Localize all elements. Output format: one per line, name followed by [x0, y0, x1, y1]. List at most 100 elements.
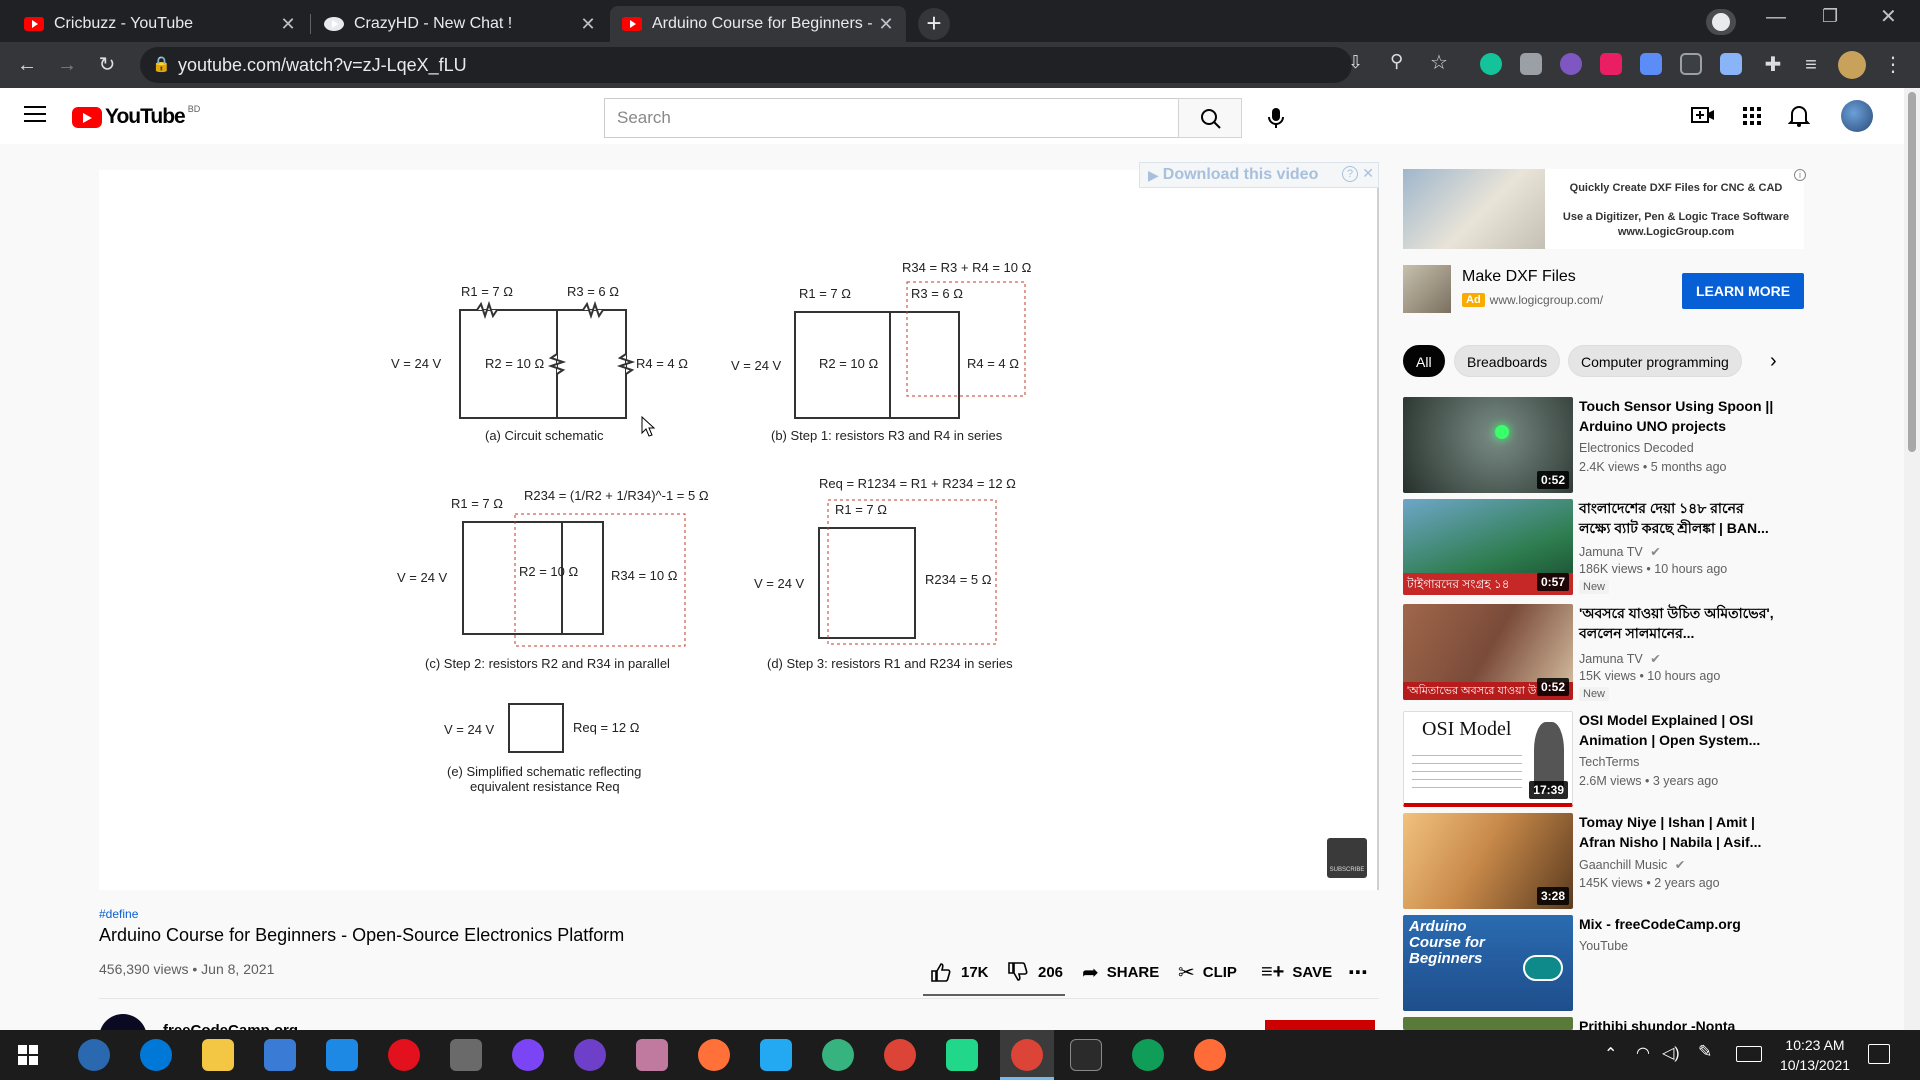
recommendation-channel[interactable]: Gaanchill Music ✔ [1579, 857, 1685, 872]
recommendation-thumbnail[interactable]: 3:28 [1403, 813, 1573, 909]
chip-computer-programming[interactable]: Computer programming [1568, 345, 1742, 377]
recommendation-thumbnail[interactable]: 0:52 [1403, 397, 1573, 493]
ad-thumbnail[interactable] [1403, 265, 1451, 313]
dislike-button[interactable]: 206 [1006, 960, 1063, 984]
close-tab-icon[interactable]: ✕ [276, 14, 300, 35]
more-menu-icon[interactable]: ⋮ [1880, 52, 1906, 78]
recommendation-thumbnail[interactable]: টাইগারদের সংগ্রহ ১৪ 0:57 [1403, 499, 1573, 595]
recommendation-channel[interactable]: Jamuna TV ✔ [1579, 651, 1661, 666]
reading-list-icon[interactable]: ≡ [1798, 52, 1824, 78]
edge-legacy-icon[interactable] [140, 1039, 172, 1071]
camera-extension-icon[interactable] [1520, 53, 1542, 75]
wifi-icon[interactable]: ◠ [1636, 1043, 1650, 1063]
recommendation-channel[interactable]: Electronics Decoded [1579, 441, 1694, 455]
terminal-icon[interactable] [1070, 1039, 1102, 1071]
notifications-bell-icon[interactable] [1788, 104, 1810, 128]
vscode-icon[interactable] [760, 1039, 792, 1071]
recommendation-thumbnail[interactable]: OSI Model 17:39 [1403, 711, 1573, 807]
volume-icon[interactable]: ◁) [1662, 1043, 1680, 1063]
active-chrome-taskbar-button[interactable] [1000, 1030, 1054, 1080]
back-icon[interactable]: ← [14, 52, 40, 78]
recommendation-channel[interactable]: TechTerms [1579, 755, 1639, 769]
recommendation-thumbnail[interactable] [1403, 1017, 1573, 1030]
apps-grid-icon[interactable] [1742, 106, 1762, 126]
chip-breadboards[interactable]: Breadboards [1454, 345, 1561, 377]
ad-info-icon[interactable]: i [1794, 169, 1806, 181]
keyboard-icon[interactable] [1736, 1046, 1762, 1062]
system-clock[interactable]: 10:23 AM 10/13/2021 [1770, 1035, 1860, 1075]
address-bar[interactable]: 🔒 youtube.com/watch?v=zJ-LqeX_fLU ⇩ ⚲ ☆ [140, 47, 1448, 83]
app-icon[interactable] [636, 1039, 668, 1071]
close-window-button[interactable]: ✕ [1880, 4, 1897, 29]
pen-extension-icon[interactable] [1720, 53, 1742, 75]
voice-search-button[interactable] [1258, 100, 1294, 136]
video-player[interactable]: ▶ Download this video ? ✕ R1 = 7 Ω R3 = … [99, 162, 1379, 890]
recommendation-title[interactable]: OSI Model Explained | OSI Animation | Op… [1579, 710, 1779, 750]
firefox-icon[interactable] [698, 1039, 730, 1071]
ad-title[interactable]: Make DXF Files [1462, 268, 1576, 286]
more-actions-icon[interactable]: ⋯ [1348, 960, 1368, 984]
opera-icon[interactable] [388, 1039, 420, 1071]
recommendation-title[interactable]: Tomay Niye | Ishan | Amit | Afran Nisho … [1579, 812, 1779, 852]
recommendation-thumbnail[interactable]: Arduino Course for Beginners [1403, 915, 1573, 1011]
pycharm-icon[interactable] [946, 1039, 978, 1071]
screen-extension-icon[interactable] [1680, 53, 1702, 75]
chrome-icon[interactable] [884, 1039, 916, 1071]
zoom-icon[interactable]: ⚲ [1390, 51, 1403, 72]
recommendation-thumbnail[interactable]: 'অমিতাভের অবসরে যাওয়া উ 0:52 [1403, 604, 1573, 700]
chip-all[interactable]: All [1403, 345, 1445, 377]
app-icon[interactable] [78, 1039, 110, 1071]
close-tab-icon[interactable]: ✕ [874, 14, 898, 35]
chevron-up-icon[interactable]: ⌃ [1604, 1044, 1617, 1064]
file-explorer-icon[interactable] [202, 1039, 234, 1071]
search-button[interactable] [1178, 98, 1242, 138]
tab-cricbuzz[interactable]: Cricbuzz - YouTube ✕ [12, 6, 308, 42]
hashtag-link[interactable]: #define [99, 907, 138, 921]
channel-watermark[interactable]: SUBSCRIBE [1327, 838, 1367, 878]
tab-arduino-active[interactable]: Arduino Course for Beginners - O ✕ [610, 6, 906, 42]
bookmark-star-icon[interactable]: ☆ [1430, 50, 1448, 75]
new-tab-button[interactable]: + [918, 8, 950, 40]
youtube-logo[interactable]: YouTube BD [72, 104, 200, 128]
page-scrollbar[interactable] [1904, 88, 1920, 1030]
recommendation-title[interactable]: 'অবসরে যাওয়া উচিত অমিতাভের', বললেন সালম… [1579, 603, 1779, 643]
profile-avatar[interactable] [1838, 51, 1866, 79]
chevron-right-icon[interactable]: › [1770, 350, 1777, 373]
minimize-button[interactable]: — [1766, 6, 1786, 29]
postman-icon[interactable] [1194, 1039, 1226, 1071]
install-icon[interactable]: ⇩ [1348, 52, 1363, 73]
puzzle-extensions-icon[interactable]: ✚ [1760, 52, 1786, 78]
recommendation-channel[interactable]: YouTube [1579, 939, 1628, 953]
recommendation-title[interactable]: Mix - freeCodeCamp.org [1579, 914, 1779, 934]
grammarly-extension-icon[interactable] [1480, 53, 1502, 75]
download-extension-icon[interactable] [1640, 53, 1662, 75]
learn-more-button[interactable]: LEARN MORE [1682, 273, 1804, 309]
ad-banner[interactable]: Quickly Create DXF Files for CNC & CAD U… [1403, 169, 1806, 249]
scrollbar-thumb[interactable] [1908, 92, 1916, 452]
app-icon[interactable] [450, 1039, 482, 1071]
pen-icon[interactable]: ✎ [1698, 1042, 1712, 1062]
tab-search-button[interactable] [1706, 9, 1736, 35]
play-extension-icon[interactable] [1600, 53, 1622, 75]
edge-icon[interactable] [822, 1039, 854, 1071]
tab-crazyhd[interactable]: CrazyHD - New Chat ! ✕ [312, 6, 608, 42]
github-desktop-icon[interactable] [574, 1039, 606, 1071]
chrome-profile-icon[interactable] [1132, 1039, 1164, 1071]
close-tab-icon[interactable]: ✕ [576, 14, 600, 35]
search-input[interactable]: Search [604, 98, 1178, 138]
account-avatar[interactable] [1841, 100, 1873, 132]
share-button[interactable]: ➦ SHARE [1082, 960, 1159, 984]
extension-icon[interactable] [1560, 53, 1582, 75]
recommendation-title[interactable]: বাংলাদেশের দেয়া ১৪৮ রানের লক্ষ্যে ব্যাট… [1579, 498, 1779, 538]
clip-button[interactable]: ✂ CLIP [1178, 960, 1237, 984]
messenger-icon[interactable] [512, 1039, 544, 1071]
action-center-icon[interactable] [1868, 1044, 1890, 1064]
recommendation-channel[interactable]: Jamuna TV ✔ [1579, 544, 1661, 559]
windows-start-icon[interactable] [18, 1045, 38, 1065]
hamburger-menu-icon[interactable] [24, 106, 46, 122]
reload-icon[interactable]: ↻ [94, 52, 120, 78]
save-button[interactable]: ≡+ SAVE [1261, 960, 1332, 984]
like-button[interactable]: 17K [929, 960, 989, 984]
recommendation-title[interactable]: Prithibi shundor -Nonta Biskut [1579, 1016, 1779, 1030]
forward-icon[interactable]: → [54, 52, 80, 78]
